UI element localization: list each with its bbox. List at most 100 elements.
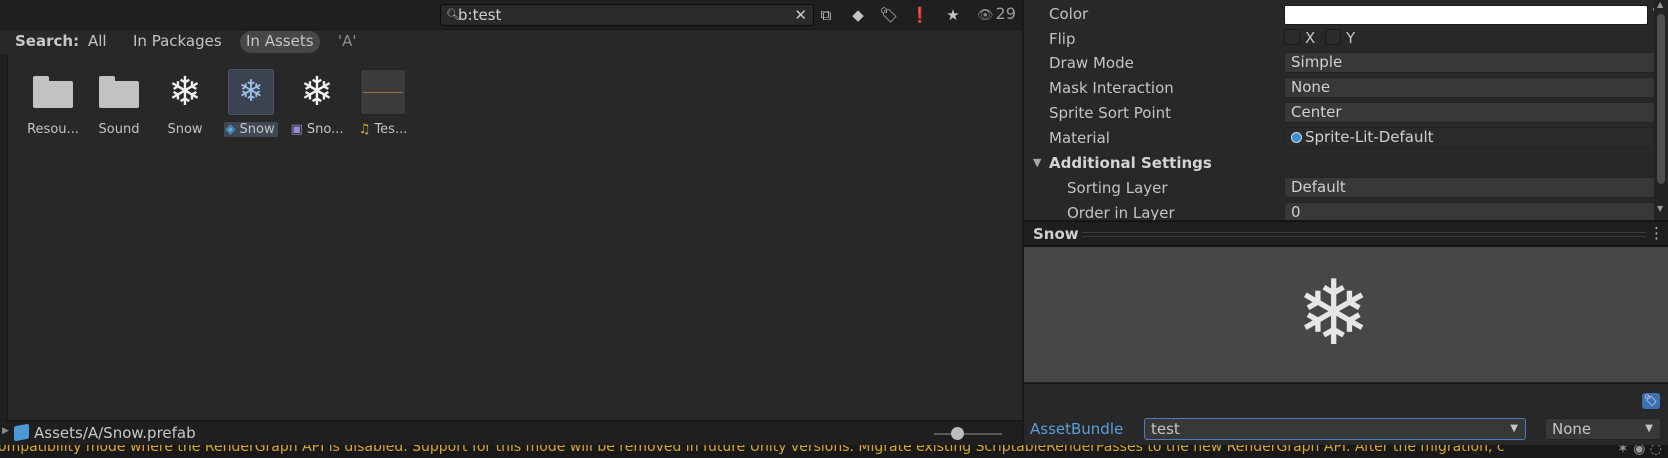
sorting-layer-dropdown[interactable]: Default▼ — [1284, 177, 1668, 198]
order-in-layer-field[interactable]: 0 — [1284, 202, 1654, 220]
hidden-count-value: 29 — [995, 4, 1016, 23]
asset-bundle-area: 🏷 AssetBundle test ▼ None ▼ — [1024, 384, 1668, 445]
log-filter-icon[interactable]: ❗ — [909, 5, 931, 25]
flip-y-checkbox[interactable] — [1325, 29, 1341, 45]
order-in-layer-row: Order in Layer 0 — [1024, 201, 1654, 220]
preview-title: Snow — [1033, 225, 1079, 243]
snowflake-icon: ❄ — [300, 69, 334, 115]
sorting-layer-value: Default — [1291, 178, 1346, 196]
resize-grip[interactable] — [1082, 232, 1646, 237]
material-value: Sprite-Lit-Default — [1305, 128, 1434, 146]
folder-tree-edge — [0, 54, 8, 420]
asset-preview: ❄ — [1024, 247, 1668, 383]
search-scope-label: Search: — [15, 32, 80, 50]
collapse-arrow-icon[interactable]: ▶ — [2, 426, 9, 436]
sprite-sort-point-row: Sprite Sort Point Center▼ — [1024, 101, 1668, 125]
inspector: Color ✎ Flip X Y Draw Mode Simple▼ Mask … — [1024, 0, 1668, 220]
order-in-layer-value: 0 — [1291, 203, 1301, 220]
color-field[interactable] — [1284, 5, 1648, 25]
scrollbar-thumb[interactable] — [1657, 14, 1665, 184]
asset-bundle-value: test — [1151, 420, 1180, 438]
asset-bundle-variant-value: None — [1552, 420, 1592, 438]
folder-icon — [33, 76, 73, 108]
prefab-icon: ◈ — [225, 122, 236, 137]
additional-settings-foldout[interactable]: ▼ Additional Settings — [1024, 151, 1654, 175]
asset-label: Sound — [98, 122, 140, 137]
project-browser: 🔍︎ b:test ✕ ⧉ ◆ 🏷 ❗ ★ 👁 29 Search: All In… — [0, 0, 1022, 445]
foldout-arrow-icon[interactable]: ▼ — [1033, 156, 1041, 169]
scope-in-packages[interactable]: In Packages — [127, 31, 228, 53]
mask-interaction-row: Mask Interaction None▼ — [1024, 76, 1668, 100]
prefab-icon — [14, 423, 29, 442]
sprite-sort-point-dropdown[interactable]: Center▼ — [1284, 102, 1668, 123]
mask-interaction-label: Mask Interaction — [1049, 79, 1174, 97]
additional-settings-label: Additional Settings — [1049, 154, 1212, 172]
mask-interaction-dropdown[interactable]: None▼ — [1284, 77, 1668, 98]
sprite-icon: ▣ — [290, 122, 303, 137]
sorting-layer-row: Sorting Layer Default▼ — [1024, 176, 1668, 200]
asset-bundle-dropdown[interactable]: test ▼ — [1144, 418, 1526, 440]
draw-mode-value: Simple — [1291, 53, 1343, 71]
asset-bundle-variant-dropdown[interactable]: None ▼ — [1545, 418, 1661, 440]
project-toolbar: 🔍︎ b:test ✕ ⧉ ◆ 🏷 ❗ ★ 👁 29 — [0, 0, 1022, 30]
hidden-count[interactable]: 👁 29 — [977, 4, 1016, 23]
flip-x-checkbox[interactable] — [1284, 29, 1300, 45]
snowflake-preview-image: ❄ — [1296, 261, 1372, 366]
type-filter-icon[interactable]: ◆ — [847, 5, 869, 25]
search-scope-bar: Search: All In Packages In Assets 'A' — [0, 30, 1022, 54]
material-icon — [1291, 132, 1302, 143]
material-row: Material Sprite-Lit-Default⊙ — [1024, 126, 1668, 150]
folder-icon — [99, 76, 139, 108]
color-row: Color ✎ — [1024, 2, 1664, 26]
scope-folder-a[interactable]: 'A' — [332, 31, 363, 53]
asset-labels-icon[interactable]: 🏷 — [1642, 393, 1660, 409]
asset-bundle-label: AssetBundle — [1030, 420, 1124, 438]
order-in-layer-label: Order in Layer — [1067, 204, 1175, 220]
asset-label: Tes... — [374, 122, 408, 137]
draw-mode-label: Draw Mode — [1049, 54, 1134, 72]
audio-icon: ♫ — [358, 122, 371, 137]
snowflake-icon: ❄ — [168, 69, 202, 115]
material-field[interactable]: Sprite-Lit-Default⊙ — [1284, 127, 1668, 148]
label-filter-icon[interactable]: 🏷 — [878, 5, 900, 25]
inspector-scrollbar[interactable]: ▲ ▼ — [1654, 0, 1668, 220]
console-warning-message[interactable]: ompatibility mode where the RenderGraph … — [0, 445, 1505, 455]
asset-label: Sno... — [306, 122, 344, 137]
scroll-down-icon[interactable]: ▼ — [1657, 204, 1663, 213]
asset-item[interactable]: ❄ ▣ Sno... — [289, 69, 345, 141]
zoom-slider-track[interactable] — [934, 433, 1002, 435]
clear-search-icon[interactable]: ✕ — [794, 6, 807, 24]
search-input[interactable]: 🔍︎ b:test ✕ — [440, 4, 814, 26]
asset-item[interactable]: ♫ Tes... — [355, 69, 411, 141]
zoom-slider-handle[interactable] — [951, 427, 965, 440]
asset-item[interactable]: Sound — [91, 69, 147, 141]
flip-label: Flip — [1049, 30, 1076, 48]
asset-label: Snow — [167, 122, 203, 137]
dropdown-arrow-icon: ▼ — [1645, 423, 1653, 434]
asset-label: Snow — [239, 122, 275, 137]
status-bar[interactable]: ompatibility mode where the RenderGraph … — [0, 445, 1668, 458]
scope-all[interactable]: All — [82, 31, 113, 53]
asset-item-selected[interactable]: ❄ ◈ Snow — [223, 69, 279, 141]
scroll-up-icon[interactable]: ▲ — [1657, 0, 1663, 9]
preview-header[interactable]: Snow ⋮ — [1024, 221, 1668, 246]
draw-mode-dropdown[interactable]: Simple▼ — [1284, 52, 1668, 73]
asset-item[interactable]: ❄ Snow — [157, 69, 213, 141]
selected-asset-path: Assets/A/Snow.prefab — [34, 424, 196, 442]
flip-row: Flip X Y — [1024, 27, 1654, 51]
favorite-icon[interactable]: ★ — [942, 5, 964, 25]
mask-interaction-value: None — [1291, 78, 1331, 96]
draw-mode-row: Draw Mode Simple▼ — [1024, 51, 1668, 75]
color-label: Color — [1049, 5, 1089, 23]
flip-y-label: Y — [1346, 29, 1356, 47]
scope-in-assets[interactable]: In Assets — [240, 31, 320, 53]
search-in-scene-icon[interactable]: ⧉ — [815, 5, 837, 25]
dropdown-arrow-icon: ▼ — [1510, 423, 1518, 434]
sorting-layer-label: Sorting Layer — [1067, 179, 1168, 197]
flip-x-label: X — [1305, 29, 1316, 47]
asset-item[interactable]: Resou... — [25, 69, 81, 141]
status-icons: ✶ ◉ ◌ — [1616, 445, 1662, 457]
audio-waveform-icon — [360, 69, 406, 115]
more-options-icon[interactable]: ⋮ — [1649, 224, 1664, 242]
asset-label: Resou... — [27, 122, 79, 137]
